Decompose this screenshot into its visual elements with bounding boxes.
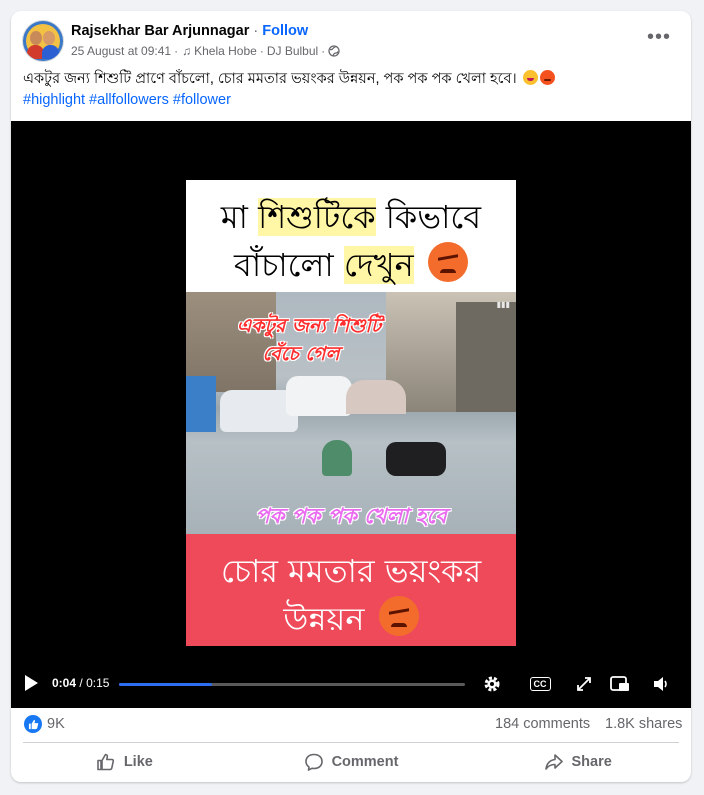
post-caption: একটুর জন্য শিশুটি প্রাণে বাঁচলো, চোর মমত… [23, 69, 679, 111]
engagement-stats: 9K 184 comments 1.8K shares [11, 708, 691, 740]
comments-count[interactable]: 184 comments [495, 716, 590, 732]
blue-vehicle [186, 376, 216, 432]
hashtag-link[interactable]: #follower [173, 92, 231, 108]
share-arrow-icon [544, 754, 563, 770]
comment-button[interactable]: Comment [238, 744, 465, 780]
avatar-face-right [43, 31, 55, 45]
video-bottom-banner: চোর মমতার ভয়ংকর উন্নয়ন [186, 534, 516, 646]
building-right-dark [456, 302, 516, 412]
time-separator: / [79, 676, 83, 690]
separator: · [253, 23, 259, 39]
progress-fill [119, 683, 213, 686]
woman-in-water [322, 440, 352, 476]
picture-in-picture-icon[interactable] [608, 672, 632, 696]
video-frame[interactable]: মা শিশুটিকে কিভাবে বাঁচালো দেখুন ▮▮▮ একট [186, 180, 516, 646]
motorcycle [386, 442, 446, 476]
white-car [286, 376, 352, 416]
duration: 0:15 [86, 676, 110, 690]
share-label: Share [571, 754, 612, 770]
post-header: Rajsekhar Bar Arjunnagar · Follow 25 Aug… [11, 11, 691, 71]
author-line: Rajsekhar Bar Arjunnagar · Follow [71, 23, 308, 39]
shares-count[interactable]: 1.8K shares [605, 716, 682, 732]
globe-icon[interactable] [328, 45, 340, 57]
post-actions: Like Comment Share [11, 744, 691, 780]
angry-face-emoji-icon [539, 70, 555, 85]
post-date[interactable]: 25 August at 09:41 [71, 44, 171, 58]
progress-bar[interactable] [119, 683, 465, 686]
covered-vehicle [346, 380, 406, 414]
hashtags: #highlight #allfollowers #follower [23, 90, 679, 111]
author-name[interactable]: Rajsekhar Bar Arjunnagar [71, 23, 249, 39]
like-label: Like [123, 754, 153, 770]
fullscreen-icon[interactable] [572, 672, 596, 696]
banner-bottom-line-2: উন্নয়ন [186, 594, 516, 648]
follow-button[interactable]: Follow [262, 23, 308, 39]
video-top-banner: মা শিশুটিকে কিভাবে বাঁচালো দেখুন [186, 180, 516, 292]
angry-face-emoji-icon [427, 242, 468, 282]
video-controls: 0:04 / 0:15 CC [11, 664, 691, 704]
scene-overlay-text-3: পক পক পক খেলা হবে [255, 504, 447, 528]
more-options-icon[interactable]: ••• [647, 27, 671, 47]
banner-highlight-text: দেখুন [343, 246, 414, 284]
hashtag-link[interactable]: #allfollowers [89, 92, 169, 108]
music-track[interactable]: Khela Hobe [194, 44, 257, 58]
current-time: 0:04 [52, 676, 77, 690]
video-watermark: ▮▮▮ [496, 300, 510, 309]
comment-bubble-icon [304, 753, 323, 771]
share-button[interactable]: Share [464, 744, 691, 780]
captions-icon[interactable]: CC [528, 672, 552, 696]
play-icon[interactable] [25, 675, 38, 691]
music-note-icon: ♫ [182, 44, 192, 58]
avatar-face-left [30, 31, 42, 45]
banner-text: বাঁচালো [234, 246, 344, 284]
banner-highlight-text: শিশুটিকে [258, 198, 376, 236]
angry-face-emoji-icon [378, 596, 419, 636]
banner-text: কিভাবে [375, 198, 482, 236]
post-card: Rajsekhar Bar Arjunnagar · Follow 25 Aug… [11, 11, 691, 782]
flood-street-scene: ▮▮▮ একটুর জন্য শিশুটি বেঁচে গেল পক পক পক… [186, 292, 516, 534]
meta-separator: · [259, 44, 264, 58]
meta-separator: · [174, 44, 179, 58]
settings-gear-icon[interactable] [480, 672, 504, 696]
banner-top-line-1: মা শিশুটিকে কিভাবে [186, 192, 516, 246]
like-reaction-icon[interactable] [24, 715, 42, 733]
thumbs-up-icon [97, 753, 114, 771]
meta-separator: · [321, 44, 326, 58]
reaction-count[interactable]: 9K [47, 716, 65, 732]
post-meta: 25 August at 09:41 · ♫ Khela Hobe · DJ B… [71, 44, 340, 58]
banner-text: মা [220, 198, 259, 236]
banner-top-line-2: বাঁচালো দেখুন [186, 240, 516, 294]
music-artist[interactable]: DJ Bulbul [267, 44, 318, 58]
video-player[interactable]: মা শিশুটিকে কিভাবে বাঁচালো দেখুন ▮▮▮ একট [11, 121, 691, 708]
zany-face-emoji-icon [522, 70, 538, 85]
banner-bottom-line-1: চোর মমতার ভয়ংকর [220, 552, 482, 590]
like-button[interactable]: Like [11, 744, 238, 780]
avatar-figure-right [42, 45, 59, 59]
volume-icon[interactable] [649, 672, 673, 696]
caption-text: একটুর জন্য শিশুটি প্রাণে বাঁচলো, চোর মমত… [23, 71, 517, 87]
hashtag-link[interactable]: #highlight [23, 92, 85, 108]
comment-label: Comment [331, 754, 399, 770]
banner-text: উন্নয়ন [283, 600, 365, 638]
divider [23, 742, 679, 743]
scene-overlay-text-2: বেঁচে গেল [262, 343, 340, 365]
video-time: 0:04 / 0:15 [52, 676, 109, 690]
author-avatar[interactable] [23, 21, 63, 61]
